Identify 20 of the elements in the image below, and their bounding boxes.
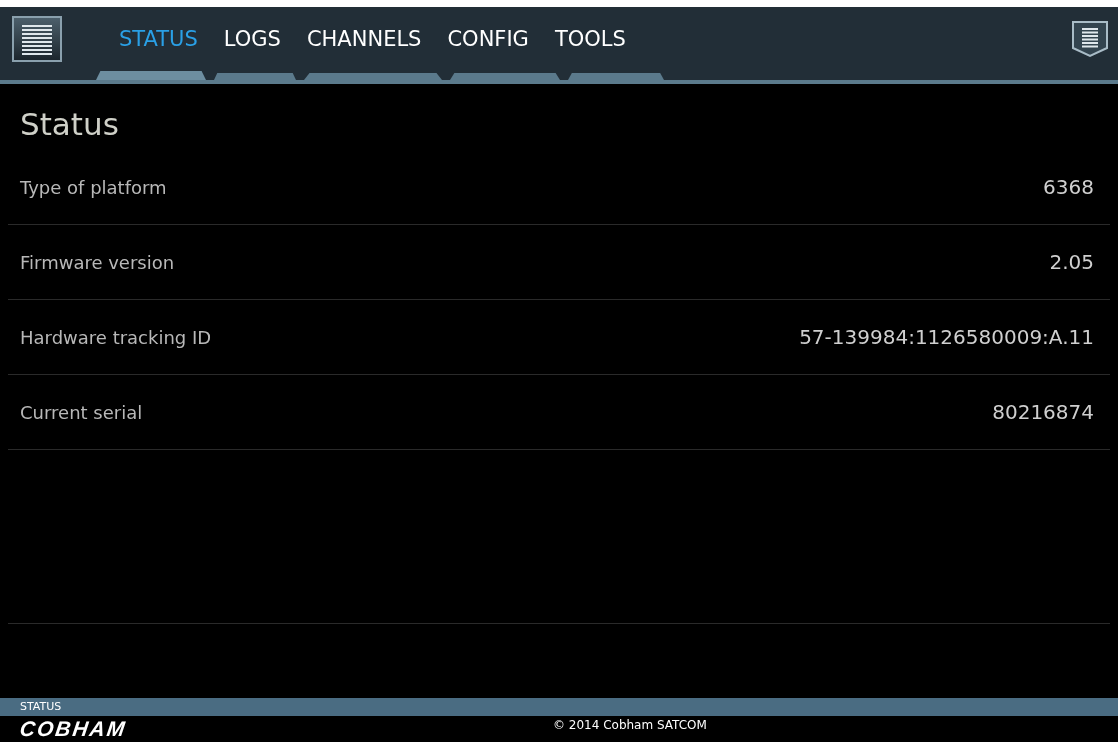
logo: COBHAM <box>18 717 129 741</box>
field-value: 57-139984:1126580009:A.11 <box>799 325 1094 349</box>
list-icon[interactable] <box>1070 19 1110 59</box>
menu-icon <box>20 23 54 55</box>
field-value: 80216874 <box>992 400 1094 424</box>
field-label: Type of platform <box>20 176 167 198</box>
field-label: Current serial <box>20 401 143 423</box>
field-label: Hardware tracking ID <box>20 326 212 348</box>
field-label: Firmware version <box>20 251 175 273</box>
field-value: 6368 <box>1043 175 1094 199</box>
copyright-text: © 2014 Cobham SATCOM <box>553 718 707 732</box>
tab[interactable]: TOOLS <box>541 27 639 51</box>
menu-button[interactable] <box>12 16 62 62</box>
field-value: 2.05 <box>1049 250 1094 274</box>
tab[interactable]: STATUS <box>106 27 211 51</box>
tab[interactable]: CHANNELS <box>293 27 435 51</box>
tab[interactable]: CONFIG <box>434 27 542 51</box>
status-bar: STATUS <box>0 698 1118 716</box>
page-title: Status <box>19 105 120 144</box>
tab[interactable]: LOGS <box>210 27 294 51</box>
